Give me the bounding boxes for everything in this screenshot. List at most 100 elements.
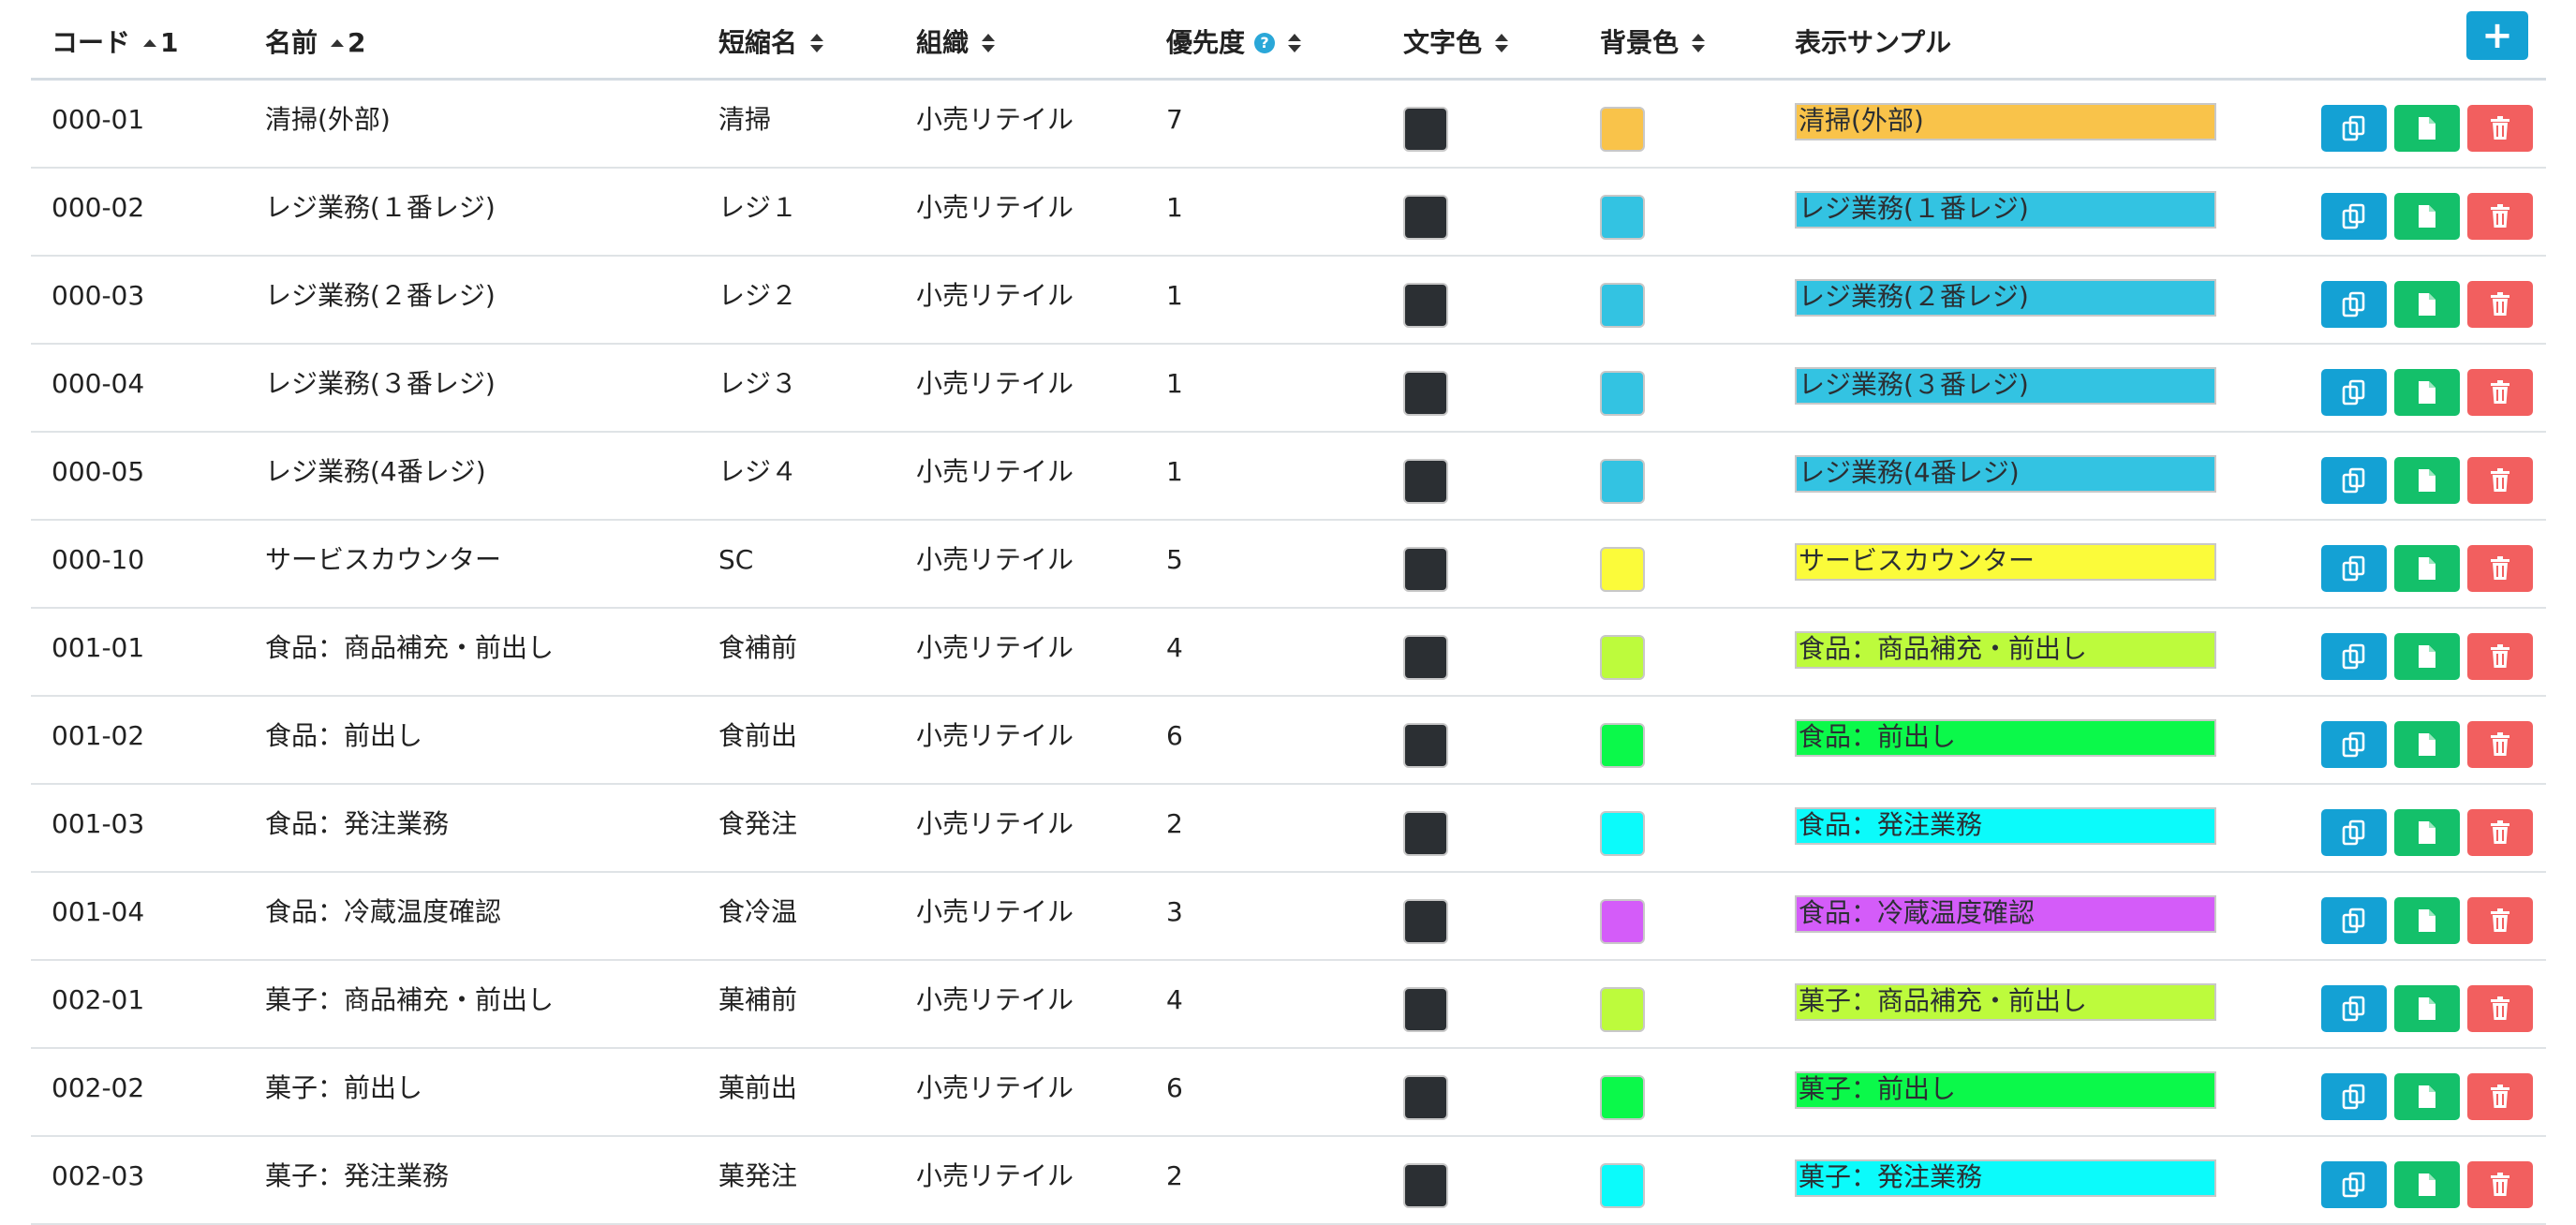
bg-color-swatch xyxy=(1600,195,1645,240)
col-header-priority-label: 優先度 xyxy=(1166,27,1246,58)
display-sample: レジ業務(１番レジ) xyxy=(1795,191,2216,229)
copy-button[interactable] xyxy=(2321,105,2387,152)
delete-button[interactable] xyxy=(2467,105,2533,152)
cell-short-name: レジ２ xyxy=(718,280,798,311)
cell-organization: 小売リテイル xyxy=(916,808,1074,839)
copy-icon xyxy=(2342,996,2365,1022)
document-button[interactable] xyxy=(2394,369,2460,416)
delete-button[interactable] xyxy=(2467,1073,2533,1120)
copy-button[interactable] xyxy=(2321,1073,2387,1120)
table-row: 001-04 食品：冷蔵温度確認 食冷温 小売リテイル 3 食品：冷蔵温度確認 xyxy=(31,873,2546,961)
copy-button[interactable] xyxy=(2321,193,2387,240)
delete-button[interactable] xyxy=(2467,457,2533,504)
delete-button[interactable] xyxy=(2467,369,2533,416)
cell-name: 食品：商品補充・前出し xyxy=(265,632,555,663)
copy-button[interactable] xyxy=(2321,809,2387,856)
delete-button[interactable] xyxy=(2467,281,2533,328)
trash-icon xyxy=(2491,1085,2509,1108)
display-sample: 食品：冷蔵温度確認 xyxy=(1795,895,2216,933)
copy-icon xyxy=(2342,467,2365,494)
copy-icon xyxy=(2342,908,2365,934)
cell-code: 000-04 xyxy=(52,368,145,399)
trash-icon xyxy=(2491,380,2509,404)
delete-button[interactable] xyxy=(2467,721,2533,768)
table-row: 000-01 清掃(外部) 清掃 小売リテイル 7 清掃(外部) xyxy=(31,81,2546,169)
cell-organization: 小売リテイル xyxy=(916,1072,1074,1103)
cell-short-name: SC xyxy=(718,544,754,575)
document-icon xyxy=(2419,733,2435,756)
table-row: 000-05 レジ業務(4番レジ) レジ４ 小売リテイル 1 レジ業務(4番レジ… xyxy=(31,433,2546,521)
task-table: コード 1 名前 2 短縮名 組織 優先度 ? 文字色 背景色 表示サンプル +… xyxy=(31,0,2546,1225)
document-icon xyxy=(2419,1173,2435,1196)
col-header-name[interactable]: 名前 2 xyxy=(265,24,366,62)
cell-code: 001-02 xyxy=(52,720,145,751)
trash-icon xyxy=(2491,468,2509,492)
text-color-swatch xyxy=(1403,811,1448,856)
cell-name: 菓子：商品補充・前出し xyxy=(265,984,555,1015)
col-header-sample-label: 表示サンプル xyxy=(1795,27,1952,58)
document-button[interactable] xyxy=(2394,281,2460,328)
col-header-bg-color[interactable]: 背景色 xyxy=(1600,24,1706,62)
document-button[interactable] xyxy=(2394,633,2460,680)
cell-code: 000-05 xyxy=(52,456,145,487)
display-sample: 菓子：前出し xyxy=(1795,1071,2216,1109)
sort-order-code: 1 xyxy=(160,27,179,58)
copy-button[interactable] xyxy=(2321,985,2387,1032)
cell-organization: 小売リテイル xyxy=(916,456,1074,487)
bg-color-swatch xyxy=(1600,1075,1645,1120)
document-button[interactable] xyxy=(2394,1073,2460,1120)
cell-priority: 1 xyxy=(1166,192,1183,223)
col-header-text-color[interactable]: 文字色 xyxy=(1403,24,1509,62)
document-icon xyxy=(2419,205,2435,228)
delete-button[interactable] xyxy=(2467,633,2533,680)
cell-name: 食品：前出し xyxy=(265,720,423,751)
copy-button[interactable] xyxy=(2321,281,2387,328)
document-button[interactable] xyxy=(2394,809,2460,856)
document-button[interactable] xyxy=(2394,105,2460,152)
copy-button[interactable] xyxy=(2321,1161,2387,1208)
copy-button[interactable] xyxy=(2321,457,2387,504)
copy-button[interactable] xyxy=(2321,633,2387,680)
delete-button[interactable] xyxy=(2467,193,2533,240)
document-button[interactable] xyxy=(2394,457,2460,504)
bg-color-swatch xyxy=(1600,987,1645,1032)
delete-button[interactable] xyxy=(2467,809,2533,856)
copy-button[interactable] xyxy=(2321,721,2387,768)
col-header-priority[interactable]: 優先度 ? xyxy=(1166,24,1302,62)
col-header-short-name[interactable]: 短縮名 xyxy=(718,24,824,62)
text-color-swatch xyxy=(1403,459,1448,504)
table-row: 000-04 レジ業務(３番レジ) レジ３ 小売リテイル 1 レジ業務(３番レジ… xyxy=(31,345,2546,433)
cell-code: 001-04 xyxy=(52,896,145,927)
help-icon[interactable]: ? xyxy=(1254,33,1276,53)
col-header-code-label: コード xyxy=(52,27,131,58)
copy-icon xyxy=(2342,1084,2365,1110)
col-header-organization[interactable]: 組織 xyxy=(916,24,996,62)
add-button[interactable]: + xyxy=(2466,11,2528,60)
copy-button[interactable] xyxy=(2321,545,2387,592)
copy-icon xyxy=(2342,379,2365,406)
bg-color-swatch xyxy=(1600,899,1645,944)
document-icon xyxy=(2419,117,2435,140)
delete-button[interactable] xyxy=(2467,985,2533,1032)
table-row: 002-02 菓子：前出し 菓前出 小売リテイル 6 菓子：前出し xyxy=(31,1049,2546,1137)
display-sample: レジ業務(３番レジ) xyxy=(1795,367,2216,405)
document-button[interactable] xyxy=(2394,193,2460,240)
delete-button[interactable] xyxy=(2467,545,2533,592)
cell-priority: 5 xyxy=(1166,544,1183,575)
col-header-code[interactable]: コード 1 xyxy=(52,24,179,62)
delete-button[interactable] xyxy=(2467,897,2533,944)
document-icon xyxy=(2419,1085,2435,1108)
copy-button[interactable] xyxy=(2321,897,2387,944)
document-button[interactable] xyxy=(2394,545,2460,592)
document-button[interactable] xyxy=(2394,1161,2460,1208)
cell-name: レジ業務(３番レジ) xyxy=(265,368,496,399)
delete-button[interactable] xyxy=(2467,1161,2533,1208)
copy-button[interactable] xyxy=(2321,369,2387,416)
cell-organization: 小売リテイル xyxy=(916,984,1074,1015)
col-header-organization-label: 組織 xyxy=(916,27,970,58)
cell-code: 001-01 xyxy=(52,632,145,663)
document-button[interactable] xyxy=(2394,985,2460,1032)
document-button[interactable] xyxy=(2394,897,2460,944)
table-header: コード 1 名前 2 短縮名 組織 優先度 ? 文字色 背景色 表示サンプル + xyxy=(31,0,2546,81)
document-button[interactable] xyxy=(2394,721,2460,768)
